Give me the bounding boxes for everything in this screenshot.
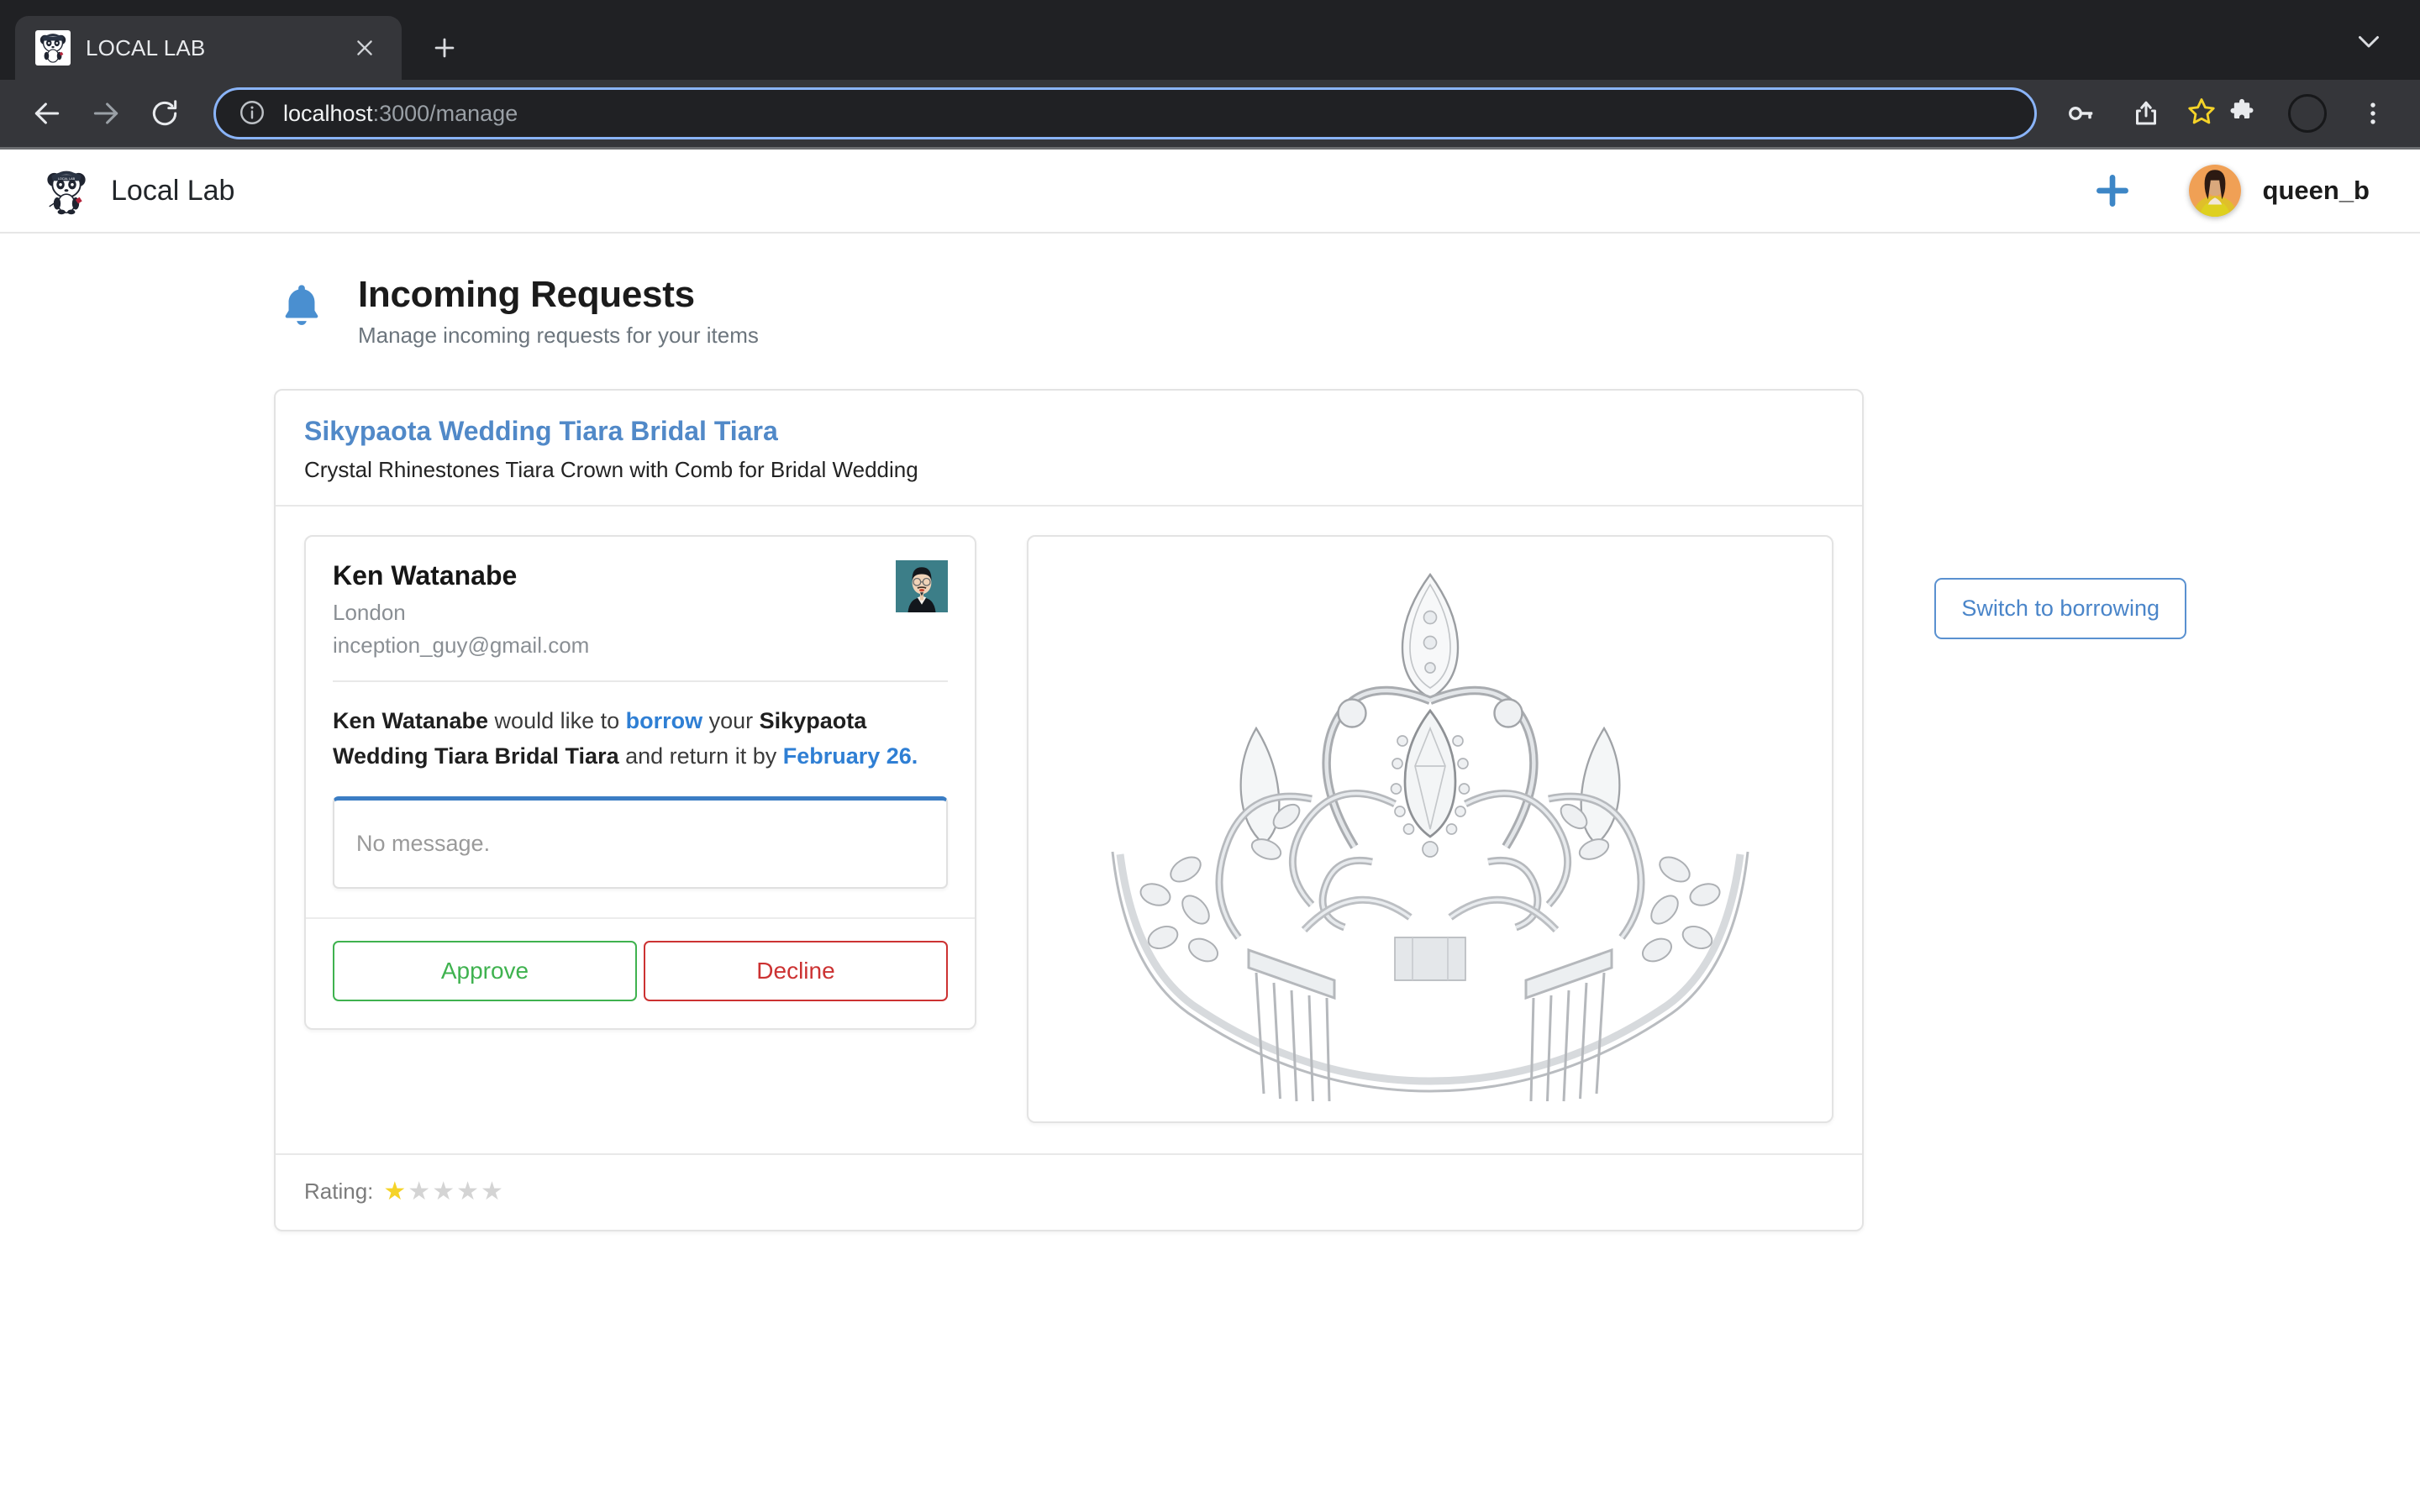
message-input[interactable]: No message. <box>333 795 948 889</box>
request-actions: Approve Decline <box>306 919 975 1028</box>
page-title: Incoming Requests <box>358 274 695 315</box>
panda-logo: LOCAL LAB <box>42 166 91 215</box>
item-photo[interactable] <box>1027 535 1833 1123</box>
page-title-texts: Incoming Requests Manage incoming reques… <box>358 274 759 349</box>
sentence-mid-1: would like to <box>488 708 626 733</box>
brand[interactable]: LOCAL LAB Local Lab <box>42 166 234 215</box>
requester-email: inception_guy@gmail.com <box>333 633 590 658</box>
requester-card: Ken Watanabe London inception_guy@gmail.… <box>304 535 976 1030</box>
address-bar[interactable]: localhost:3000/manage <box>213 87 2037 139</box>
browser-toolbar: localhost:3000/manage <box>0 80 2420 150</box>
star-3: ★ <box>432 1177 455 1205</box>
sentence-mid-2: your <box>702 708 760 733</box>
approve-button[interactable]: Approve <box>333 940 637 1001</box>
rating-label: Rating: <box>304 1179 374 1204</box>
app-header: LOCAL LAB Local Lab queen_b <box>0 150 2420 234</box>
page-viewport: LOCAL LAB Local Lab queen_b Incoming Req… <box>0 150 2420 1512</box>
panda-favicon <box>35 30 71 66</box>
forward-arrow-icon[interactable] <box>81 88 131 139</box>
profile-circle-icon[interactable] <box>2282 88 2333 139</box>
sentence-due-date: February 26. <box>782 743 918 769</box>
url-host: localhost <box>283 100 373 126</box>
browser-tab-title: LOCAL LAB <box>86 34 206 60</box>
request-sentence: Ken Watanabe would like to borrow your S… <box>306 682 975 774</box>
rating-stars: ★ ★ ★ ★ ★ <box>383 1179 503 1205</box>
user-avatar <box>2188 165 2241 217</box>
star-1: ★ <box>383 1177 407 1205</box>
bell-icon <box>277 274 333 333</box>
page-subtitle: Manage incoming requests for your items <box>358 323 759 348</box>
browser-window: LOCAL LAB localhost:3000/manage LOCAL LA… <box>0 0 2420 1512</box>
key-icon[interactable] <box>2055 88 2106 139</box>
reload-icon[interactable] <box>139 88 190 139</box>
user-menu[interactable]: queen_b <box>2188 165 2383 217</box>
info-circle-icon[interactable] <box>238 98 268 129</box>
tiara-photo-svg <box>1111 572 1749 1102</box>
browser-tab[interactable]: LOCAL LAB <box>15 16 402 80</box>
three-dot-menu-icon[interactable] <box>2348 88 2398 139</box>
requester-avatar <box>896 560 948 612</box>
page-title-row: Incoming Requests Manage incoming reques… <box>0 234 2420 349</box>
star-5: ★ <box>481 1177 503 1205</box>
new-tab-button[interactable] <box>420 24 469 72</box>
requester-city: London <box>333 600 406 625</box>
request-card-body: Ken Watanabe London inception_guy@gmail.… <box>276 507 1862 1153</box>
star-2: ★ <box>408 1177 431 1205</box>
user-name: queen_b <box>2262 176 2370 205</box>
browser-tab-strip: LOCAL LAB <box>0 0 2420 80</box>
item-title-link[interactable]: Sikypaota Wedding Tiara Bridal Tiara <box>304 416 1833 447</box>
message-placeholder: No message. <box>356 830 491 856</box>
add-item-button[interactable] <box>2088 166 2137 215</box>
toolbar-actions <box>2055 88 2398 139</box>
requester-identity: Ken Watanabe London inception_guy@gmail.… <box>306 537 975 659</box>
sentence-action: borrow <box>625 708 703 733</box>
decline-button[interactable]: Decline <box>644 940 948 1001</box>
requester-name: Ken Watanabe <box>333 560 518 591</box>
brand-name: Local Lab <box>111 174 235 207</box>
back-arrow-icon[interactable] <box>22 88 72 139</box>
close-icon[interactable] <box>348 31 381 65</box>
requester-text-block: Ken Watanabe London inception_guy@gmail.… <box>333 560 896 659</box>
star-4: ★ <box>456 1177 480 1205</box>
share-icon[interactable] <box>2121 88 2171 139</box>
url-path: :3000/manage <box>372 100 518 126</box>
sentence-mid-3: and return it by <box>618 743 783 769</box>
request-card-header: Sikypaota Wedding Tiara Bridal Tiara Cry… <box>276 391 1862 507</box>
address-bar-url: localhost:3000/manage <box>283 101 518 127</box>
star-outline-icon[interactable] <box>2186 96 2217 131</box>
request-card: Sikypaota Wedding Tiara Bridal Tiara Cry… <box>274 389 1864 1231</box>
item-subtitle: Crystal Rhinestones Tiara Crown with Com… <box>304 457 918 482</box>
chevron-down-icon[interactable] <box>2346 18 2391 64</box>
request-card-footer: Rating: ★ ★ ★ ★ ★ <box>276 1153 1862 1230</box>
switch-to-borrowing-button[interactable]: Switch to borrowing <box>1934 578 2186 639</box>
puzzle-icon[interactable] <box>2217 88 2267 139</box>
page-content: Incoming Requests Manage incoming reques… <box>0 234 2420 1231</box>
sentence-requester-name: Ken Watanabe <box>333 708 489 733</box>
